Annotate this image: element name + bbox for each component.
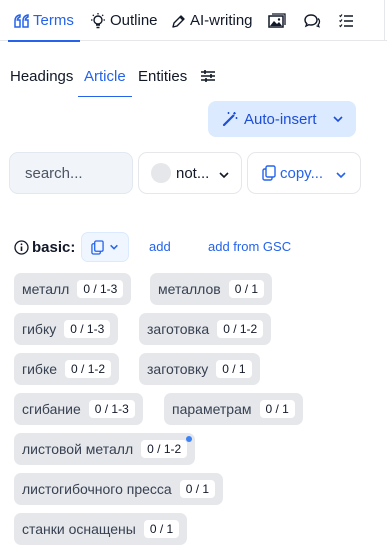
term-text: параметрам — [172, 401, 252, 417]
tab-ai-writing[interactable]: AI-writing — [171, 0, 253, 41]
term-count-badge: 0 / 1 — [143, 520, 180, 538]
term-text: заготовку — [147, 361, 209, 377]
term-chip[interactable]: металлов 0 / 1 — [150, 273, 273, 305]
term-count-badge: 0 / 1-2 — [217, 320, 264, 338]
tab-terms-label: Terms — [33, 12, 74, 29]
copy-icon — [262, 165, 276, 181]
info-icon[interactable] — [14, 239, 29, 255]
term-text: металлов — [158, 281, 221, 297]
status-filter-label: not... — [176, 164, 210, 182]
status-filter-dropdown[interactable]: not... — [138, 152, 242, 194]
term-chip[interactable]: заготовку 0 / 1 — [139, 353, 260, 385]
term-count-badge: 0 / 1-3 — [64, 320, 111, 338]
copy-terms-button[interactable] — [81, 232, 129, 262]
term-text: металл — [22, 281, 70, 297]
term-chip[interactable]: гибке 0 / 1-2 — [14, 353, 120, 385]
tab-list[interactable] — [338, 0, 357, 41]
add-from-gsc-link[interactable]: add from GSC — [208, 239, 291, 254]
tab-images[interactable] — [268, 0, 289, 41]
term-chip[interactable]: листовой металл 0 / 1-2 — [14, 433, 196, 465]
sub-tab-bar: Headings Article Entities — [0, 55, 387, 97]
auto-insert-button[interactable]: Auto-insert — [208, 101, 356, 137]
tab-article[interactable]: Article — [78, 55, 132, 97]
magic-wand-icon — [222, 111, 238, 127]
sliders-icon[interactable] — [200, 67, 216, 85]
tab-entities[interactable]: Entities — [138, 55, 187, 97]
tab-chat[interactable] — [303, 0, 324, 41]
term-text: заготовка — [147, 321, 210, 337]
term-count-badge: 0 / 1-3 — [77, 280, 124, 298]
term-text: станки оснащены — [22, 521, 136, 537]
panel-divider — [384, 0, 385, 41]
term-text: гибку — [22, 321, 57, 337]
term-text: листогибочного пресса — [22, 481, 172, 497]
tab-entities-label: Entities — [138, 67, 188, 85]
copy-dropdown-label: copy... — [280, 164, 324, 182]
term-count-badge: 0 / 1-2 — [141, 440, 188, 458]
tab-ai-writing-label: AI-writing — [190, 12, 253, 29]
chevron-down-icon — [218, 168, 230, 185]
search-input[interactable] — [9, 152, 133, 194]
chevron-down-icon — [335, 168, 347, 185]
chat-icon — [303, 13, 321, 29]
chevron-down-icon — [332, 112, 344, 129]
term-text: сгибание — [22, 401, 81, 417]
term-count-badge: 0 / 1 — [216, 360, 252, 378]
copy-icon — [91, 239, 104, 255]
term-chip[interactable]: металл 0 / 1-3 — [14, 273, 132, 305]
term-chip[interactable]: параметрам 0 / 1 — [164, 393, 303, 425]
auto-insert-label: Auto-insert — [244, 110, 317, 128]
list-icon — [338, 13, 354, 29]
term-chip[interactable]: заготовка 0 / 1-2 — [139, 313, 272, 345]
tab-outline[interactable]: Outline — [89, 0, 158, 41]
term-chip[interactable]: гибку 0 / 1-3 — [14, 313, 119, 345]
term-count-badge: 0 / 1 — [228, 280, 265, 298]
term-chip[interactable]: листогибочного пресса 0 / 1 — [14, 473, 224, 505]
tab-terms[interactable]: Terms — [8, 0, 80, 42]
term-text: гибке — [22, 361, 58, 377]
term-chip[interactable]: станки оснащены 0 / 1 — [14, 513, 188, 545]
tab-outline-label: Outline — [110, 12, 158, 29]
term-text: листовой металл — [22, 441, 134, 457]
term-count-badge: 0 / 1-2 — [65, 360, 112, 378]
basic-label-text: basic: — [32, 238, 76, 256]
status-circle-icon — [151, 163, 171, 183]
lightbulb-icon — [89, 12, 107, 30]
add-term-link[interactable]: add — [149, 239, 171, 254]
chevron-down-icon — [109, 242, 119, 252]
term-chip[interactable]: сгибание 0 / 1-3 — [14, 393, 143, 425]
term-count-badge: 0 / 1-3 — [88, 400, 135, 418]
term-count-badge: 0 / 1 — [259, 400, 295, 418]
basic-section-label: basic: — [14, 237, 75, 257]
tab-article-label: Article — [84, 67, 126, 85]
copy-dropdown[interactable]: copy... — [247, 152, 361, 194]
new-indicator-dot — [186, 436, 193, 442]
tab-headings[interactable]: Headings — [10, 55, 73, 97]
term-count-badge: 0 / 1 — [179, 480, 216, 498]
tab-headings-label: Headings — [10, 67, 74, 85]
pen-icon — [171, 13, 187, 29]
images-icon — [268, 12, 286, 29]
quote-icon — [14, 13, 30, 28]
top-tab-bar: Terms Outline AI-writing — [0, 0, 387, 42]
